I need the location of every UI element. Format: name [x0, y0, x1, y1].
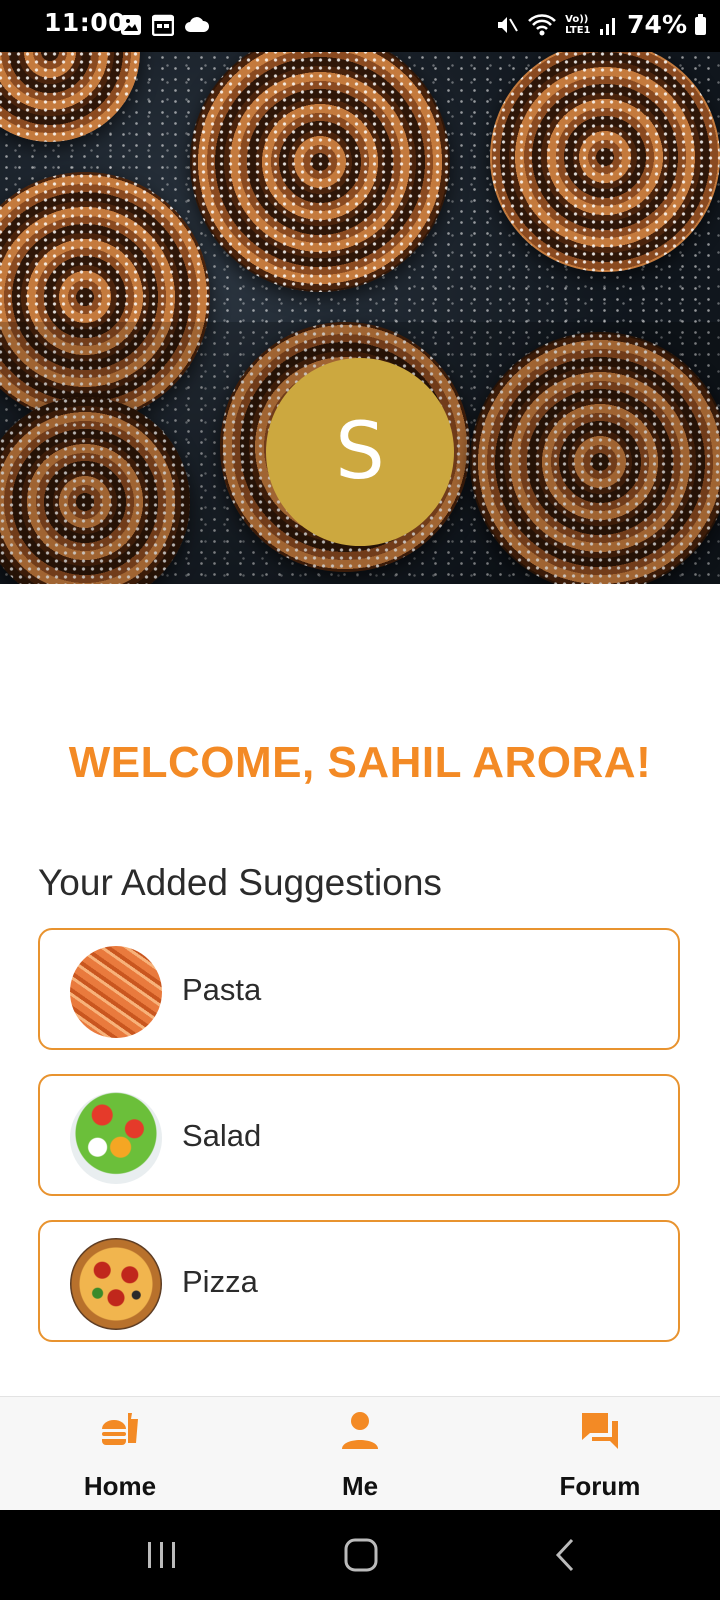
- fastfood-icon: [102, 1413, 138, 1445]
- profile-avatar[interactable]: S: [266, 358, 454, 546]
- network-label: Vo)) LTE1: [565, 13, 591, 36]
- nav-me-label: Me: [341, 1471, 379, 1501]
- nav-home[interactable]: Home: [40, 1409, 200, 1502]
- nav-home-label: Home: [83, 1471, 157, 1501]
- battery-icon: [695, 13, 706, 35]
- wifi-icon: [528, 13, 557, 35]
- signal-icon: [600, 17, 616, 35]
- cloud-icon: [185, 17, 210, 32]
- back-icon[interactable]: [540, 1532, 590, 1578]
- nav-me[interactable]: Me: [280, 1409, 440, 1502]
- suggestion-label: Pasta: [182, 972, 262, 1007]
- status-notification-icons: [120, 14, 210, 36]
- person-icon: [342, 1412, 378, 1449]
- battery-percentage: 74%: [627, 10, 687, 39]
- bottom-navigation: Home Me Forum: [0, 1396, 720, 1511]
- suggestions-section-title: Your Added Suggestions: [38, 862, 442, 903]
- status-bar: 11:00 Vo)) LTE1 74%: [0, 0, 720, 52]
- system-navigation-bar: [0, 1510, 720, 1600]
- suggestion-label: Pizza: [182, 1264, 258, 1299]
- status-system-icons: Vo)) LTE1 74%: [495, 10, 706, 39]
- salad-image: [70, 1092, 162, 1184]
- recent-apps-icon[interactable]: [136, 1532, 186, 1578]
- welcome-heading: WELCOME, SAHIL ARORA!: [68, 738, 652, 787]
- mute-icon: [498, 16, 519, 33]
- status-time: 11:00: [44, 8, 127, 37]
- nav-forum[interactable]: Forum: [520, 1409, 680, 1502]
- home-system-icon[interactable]: [336, 1532, 386, 1578]
- suggestion-card-pizza[interactable]: Pizza: [38, 1220, 680, 1342]
- suggestion-label: Salad: [182, 1118, 262, 1153]
- pasta-image: [70, 946, 162, 1038]
- pizza-image: [70, 1238, 162, 1330]
- suggestion-card-pasta[interactable]: Pasta: [38, 928, 680, 1050]
- gallery-icon: [121, 15, 141, 35]
- nav-forum-label: Forum: [559, 1471, 641, 1501]
- calendar-icon: [152, 14, 174, 36]
- suggestion-card-salad[interactable]: Salad: [38, 1074, 680, 1196]
- forum-icon: [582, 1413, 618, 1449]
